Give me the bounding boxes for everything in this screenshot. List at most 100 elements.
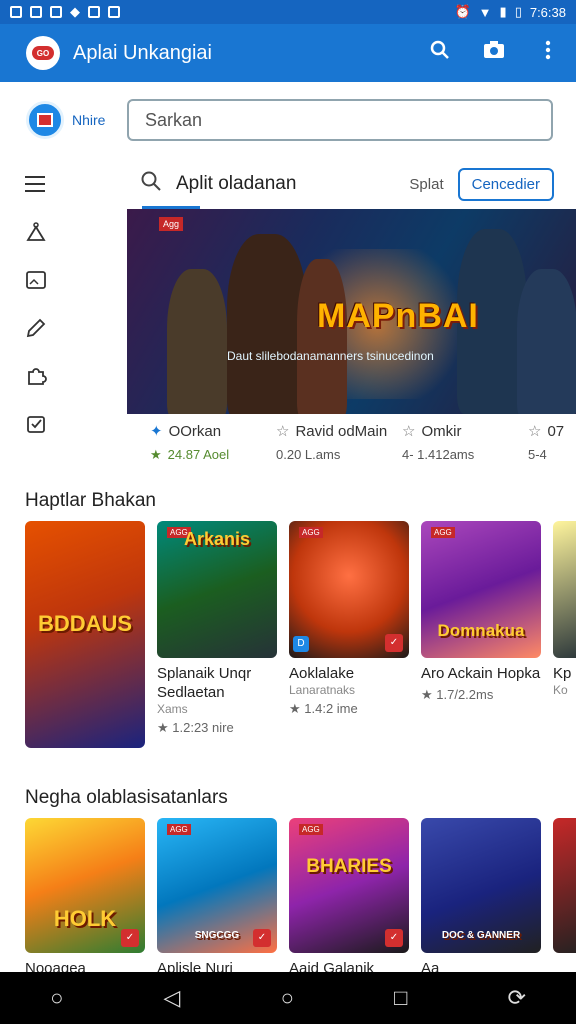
appbar-actions <box>428 39 560 67</box>
app-card[interactable]: BDDAUS <box>25 521 145 748</box>
query-text[interactable]: Aplit oladanan <box>176 173 409 195</box>
app-tag: AGG <box>431 527 455 538</box>
app-art: HOLK ✓ <box>25 818 145 953</box>
location-icon: ◆ <box>70 4 80 19</box>
status-left-icons: ◆ <box>10 4 120 20</box>
app-card[interactable]: DOC & GANNER Aa <box>421 818 541 978</box>
tools-icon[interactable] <box>20 208 52 256</box>
app-card[interactable]: AGG Domnakua Aro Ackain Hopka ★ 1.7/2.2m… <box>421 521 541 748</box>
hero-banner[interactable]: Agg MAPnBAI Daut slilebodanamanners tsin… <box>127 209 576 414</box>
app-card[interactable]: AGG SNGCGG ✓ Aplisle Nuri <box>157 818 277 978</box>
app-card[interactable]: AGG BHARIES ✓ Aaid Galanik <box>289 818 409 978</box>
status-time: 7:6:38 <box>529 4 566 20</box>
meta-item[interactable]: ☆ Omkir 4- 1.412ams <box>402 420 528 466</box>
home-icon[interactable]: ○ <box>281 985 294 1011</box>
app-name: Kp <box>553 665 572 682</box>
app-tag: AGG <box>299 824 323 835</box>
app-card[interactable]: AGG Arkanis Splanaik Unqr Sedlaetan Xams… <box>157 521 277 748</box>
hero-character <box>297 259 347 414</box>
app-art <box>553 818 576 953</box>
app-rating: ★ 1.2:23 nire <box>157 720 234 735</box>
star-icon: ★ <box>150 447 162 462</box>
meta-title: Ravid odMain <box>295 423 388 440</box>
star-icon: ☆ <box>276 423 290 440</box>
app-name: Aro Ackain Hopka <box>421 665 541 682</box>
app-rating: ★ 1.4:2 ime <box>289 701 358 716</box>
edit-icon[interactable] <box>20 304 52 352</box>
signal-icon: ▮ <box>499 4 507 19</box>
app-art: AGG Domnakua <box>421 521 541 658</box>
hero-character <box>167 269 227 414</box>
art-title: DOC & GANNER <box>441 930 521 941</box>
search-icon[interactable] <box>140 170 168 198</box>
app-title: Aplai Unkangiai <box>73 41 212 64</box>
alarm-icon: ⏰ <box>454 4 471 19</box>
circle-icon[interactable]: ○ <box>50 985 63 1011</box>
rotate-icon[interactable]: ⟳ <box>507 985 525 1011</box>
profile-row: Nhire Sarkan <box>0 82 576 158</box>
hero-title: MAPnBAI <box>317 297 479 335</box>
featured-meta-row: ✦ OOrkan ★ 24.87 Aoel ☆ Ravid odMain 0.20 L… <box>150 420 576 466</box>
logo-mark: GO <box>32 46 54 60</box>
app-card[interactable]: HOLK ✓ Nooagea <box>25 818 145 978</box>
profile-name[interactable]: Nhire <box>72 112 127 128</box>
cancel-button[interactable]: Cencedier <box>457 167 554 201</box>
notification-icon <box>88 6 100 18</box>
system-nav-bar: ○ ◁ ○ □ ⟳ <box>0 972 576 1024</box>
meta-item[interactable]: ☆ Ravid odMain 0.20 L.ams <box>276 420 402 466</box>
badge-icon: ✓ <box>121 929 139 947</box>
meta-sub: 24.87 Aoel <box>167 447 230 462</box>
wifi-icon: ▼ <box>478 4 492 20</box>
meta-item[interactable]: ☆ 07 5-4 <box>528 420 576 466</box>
avatar[interactable] <box>26 101 64 139</box>
notification-icon <box>50 6 62 18</box>
search-input[interactable]: Sarkan <box>127 99 553 141</box>
badge-icon: ✓ <box>385 634 403 652</box>
sort-label[interactable]: Splat <box>409 176 443 193</box>
hero-character <box>517 269 576 414</box>
meta-sub: 5-4 <box>528 447 547 462</box>
back-icon[interactable]: ◁ <box>164 985 181 1011</box>
query-bar: Aplit oladanan Splat Cencedier <box>140 160 576 208</box>
meta-title: OOrkan <box>168 423 222 440</box>
camera-icon[interactable] <box>482 40 506 66</box>
card-row: HOLK ✓ Nooagea AGG SNGCGG ✓ Aplisle Nuri… <box>25 818 576 978</box>
app-meta: Ko <box>553 683 568 697</box>
puzzle-icon[interactable] <box>20 352 52 400</box>
notification-icon <box>108 6 120 18</box>
pin-icon: ✦ <box>150 423 163 440</box>
checklist-icon[interactable] <box>20 400 52 448</box>
art-title: BDDAUS <box>37 611 133 636</box>
badge-icon: D <box>293 636 309 652</box>
section-title: Negha olablasisatanlars <box>25 787 228 808</box>
search-icon[interactable] <box>428 39 452 67</box>
app-bar: GO Aplai Unkangiai <box>0 24 576 82</box>
app-rating: ★ 1.7/2.2ms <box>421 687 494 702</box>
menu-icon[interactable] <box>20 160 52 208</box>
recents-icon[interactable]: □ <box>394 985 407 1011</box>
app-art: AGG SNGCGG ✓ <box>157 818 277 953</box>
sidebar <box>20 160 52 448</box>
app-art: AGG D ✓ <box>289 521 409 658</box>
star-icon: ☆ <box>402 423 416 440</box>
app-art: BDDAUS <box>25 521 145 748</box>
app-card[interactable]: AGG D ✓ Aoklalake Lanaratnaks ★ 1.4:2 im… <box>289 521 409 748</box>
app-card[interactable] <box>553 818 576 978</box>
meta-title: 07 <box>547 423 565 440</box>
card-row: BDDAUS AGG Arkanis Splanaik Unqr Sedlaet… <box>25 521 576 748</box>
battery-icon: ▯ <box>514 4 522 19</box>
app-art <box>553 521 576 658</box>
image-icon[interactable] <box>20 256 52 304</box>
art-title: Arkanis <box>183 529 251 549</box>
app-art: AGG Arkanis <box>157 521 277 658</box>
app-name: Aoklalake <box>289 665 355 682</box>
hero-subtitle: Daut slilebodanamanners tsinucedinon <box>227 349 434 363</box>
more-vert-icon[interactable] <box>536 40 560 66</box>
meta-item[interactable]: ✦ OOrkan ★ 24.87 Aoel <box>150 420 276 466</box>
app-card[interactable]: Kp Ko <box>553 521 576 748</box>
meta-sub: 4- 1.412ams <box>402 447 475 462</box>
app-tag: AGG <box>167 824 191 835</box>
app-art: AGG BHARIES ✓ <box>289 818 409 953</box>
badge-icon: ✓ <box>385 929 403 947</box>
app-logo[interactable]: GO <box>26 36 60 70</box>
